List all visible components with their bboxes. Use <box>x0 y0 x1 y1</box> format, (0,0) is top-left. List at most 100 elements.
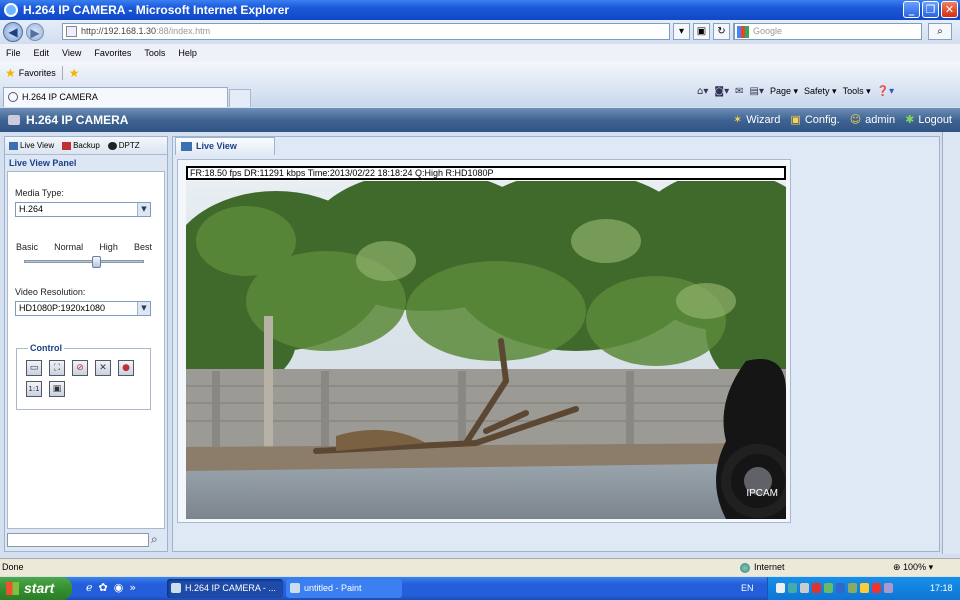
ie-quicklaunch-icon[interactable]: ℯ <box>86 581 93 594</box>
back-button[interactable]: ◀ <box>3 22 23 42</box>
quick-launch: ℯ ✿ ◉ » <box>86 581 136 594</box>
tab-live-view[interactable]: Live View <box>5 141 58 150</box>
live-view-icon <box>9 141 18 150</box>
media-type-value: H.264 <box>19 204 44 214</box>
menu-favorites[interactable]: Favorites <box>94 48 131 58</box>
refresh-icon[interactable]: ↻ <box>713 23 730 40</box>
save-button[interactable]: ▣ <box>49 381 65 397</box>
tray-network-icon[interactable] <box>776 583 785 593</box>
fullscreen-button[interactable]: ⛶ <box>49 360 65 376</box>
camera-video[interactable]: IPCAM <box>186 181 786 519</box>
more-quicklaunch-icon[interactable]: » <box>129 581 136 594</box>
safety-menu-label: Safety <box>804 86 830 96</box>
main-tab-label: Live View <box>196 141 237 151</box>
add-favorite-icon[interactable]: ★ <box>69 66 80 80</box>
menu-edit[interactable]: Edit <box>34 48 50 58</box>
status-text: Done <box>2 562 24 572</box>
config-icon: ▣ <box>790 113 801 126</box>
tray-volume-icon[interactable] <box>860 583 869 593</box>
search-go-icon[interactable]: ⌕ <box>928 23 952 40</box>
zoom-label: 100% <box>903 562 927 572</box>
search-input[interactable]: Google <box>734 23 922 40</box>
new-tab-button[interactable] <box>229 89 251 107</box>
mute-button[interactable]: ⊘ <box>72 360 88 376</box>
camera-logo-icon <box>8 115 20 125</box>
dropdown-arrow-icon[interactable]: ▾ <box>673 23 690 40</box>
quality-slider-thumb[interactable] <box>92 256 101 268</box>
tray-bluetooth-icon[interactable] <box>836 583 845 593</box>
tray-app-icon[interactable] <box>884 583 893 593</box>
forward-button[interactable]: ▶ <box>26 23 44 41</box>
config-link[interactable]: ▣ Config. <box>790 113 839 126</box>
tray-icons <box>776 583 893 593</box>
safety-menu[interactable]: Safety ▾ <box>804 86 837 97</box>
task-ie[interactable]: H.264 IP CAMERA - ... <box>167 579 283 598</box>
search-icon[interactable]: ⌕ <box>151 532 158 547</box>
tools-menu[interactable]: Tools ▾ <box>843 86 871 97</box>
home-icon[interactable]: ⌂▾ <box>697 86 708 97</box>
tray-display-icon[interactable] <box>788 583 797 593</box>
ratio-button[interactable]: 1:1 <box>26 381 42 397</box>
chevron-down-icon: ▼ <box>137 302 150 315</box>
admin-link[interactable]: ☺ admin <box>850 113 895 126</box>
logout-label: Logout <box>918 114 952 126</box>
tray-update-icon[interactable] <box>848 583 857 593</box>
wizard-label: Wizard <box>746 114 781 126</box>
tab-dptz[interactable]: DPTZ <box>104 141 144 150</box>
tray-alert-icon[interactable] <box>872 583 881 593</box>
task-ie-label: H.264 IP CAMERA - ... <box>185 583 276 593</box>
language-indicator[interactable]: EN <box>741 577 754 600</box>
wizard-link[interactable]: ✶ Wizard <box>733 113 780 126</box>
messenger-quicklaunch-icon[interactable]: ✿ <box>99 581 108 594</box>
mail-icon[interactable]: ✉ <box>735 86 743 97</box>
close-button[interactable]: ✕ <box>941 1 958 18</box>
media-quicklaunch-icon[interactable]: ◉ <box>114 581 124 594</box>
quality-best: Best <box>133 242 152 252</box>
ie-task-icon <box>171 583 181 593</box>
maximize-button[interactable]: ❐ <box>922 1 939 18</box>
page-menu[interactable]: Page ▾ <box>770 86 798 97</box>
print-icon[interactable]: ▤▾ <box>750 86 764 97</box>
browser-tab[interactable]: H.264 IP CAMERA <box>3 87 228 107</box>
quality-slider[interactable] <box>24 256 144 268</box>
panel-search-input[interactable] <box>7 533 149 547</box>
media-type-select[interactable]: H.264 ▼ <box>15 202 151 217</box>
zoom-button[interactable]: ✕ <box>95 360 111 376</box>
task-paint[interactable]: untitled - Paint <box>286 579 402 598</box>
logout-link[interactable]: ✱ Logout <box>905 113 952 126</box>
tab-live-view-label: Live View <box>20 141 55 150</box>
record-button[interactable]: ● <box>118 360 134 376</box>
help-icon[interactable]: ❓▾ <box>877 86 894 97</box>
start-button[interactable]: start <box>0 577 72 600</box>
compat-view-icon[interactable]: ▣ <box>693 23 710 40</box>
feeds-icon[interactable]: ◙▾ <box>714 86 729 97</box>
url-host: http://192.168.1.30 <box>81 26 157 36</box>
menu-help[interactable]: Help <box>178 48 197 58</box>
tab-backup[interactable]: Backup <box>58 141 104 150</box>
menu-view[interactable]: View <box>62 48 81 58</box>
browser-tab-label: H.264 IP CAMERA <box>22 92 98 102</box>
favorites-button[interactable]: Favorites <box>19 68 56 78</box>
page-icon <box>66 26 77 37</box>
tab-main-live-view[interactable]: Live View <box>175 137 275 155</box>
snapshot-button[interactable]: ▭ <box>26 360 42 376</box>
tray-security-icon[interactable] <box>824 583 833 593</box>
address-bar[interactable]: http://192.168.1.30:88/index.htm <box>62 23 670 40</box>
control-group: Control ▭ ⛶ ⊘ ✕ ● 1:1 ▣ <box>16 343 151 410</box>
osd-overlay: FR:18.50 fps DR:11291 kbps Time:2013/02/… <box>186 166 786 180</box>
tray-shield-icon[interactable] <box>812 583 821 593</box>
resolution-select[interactable]: HD1080P:1920x1080 ▼ <box>15 301 151 316</box>
menu-file[interactable]: File <box>6 48 21 58</box>
backup-icon <box>62 141 72 150</box>
media-type-label: Media Type: <box>15 188 64 198</box>
minimize-button[interactable]: _ <box>903 1 920 18</box>
zone-label: Internet <box>754 562 785 572</box>
resolution-label: Video Resolution: <box>15 287 86 297</box>
search-placeholder: Google <box>753 26 783 36</box>
logout-icon: ✱ <box>905 113 915 126</box>
tray-usb-icon[interactable] <box>800 583 809 593</box>
zoom-control[interactable]: ⊕ 100% ▾ <box>893 559 933 576</box>
menu-tools[interactable]: Tools <box>144 48 165 58</box>
resolution-value: HD1080P:1920x1080 <box>19 303 106 313</box>
video-watermark: IPCAM <box>746 488 778 499</box>
